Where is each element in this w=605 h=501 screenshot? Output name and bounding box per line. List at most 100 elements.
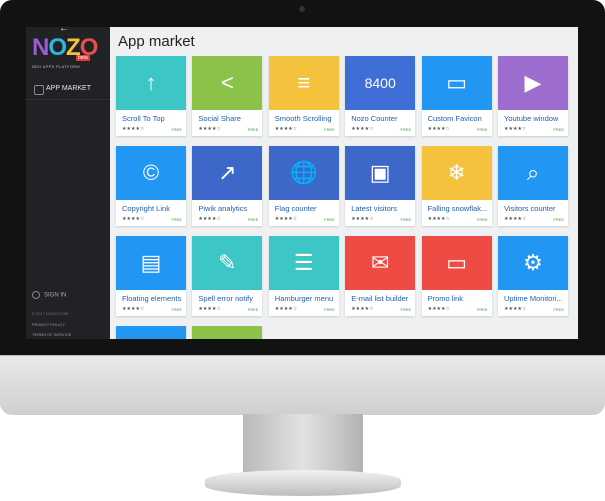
app-icon: < bbox=[220, 70, 234, 95]
price-badge: FREE bbox=[476, 307, 488, 312]
rating-stars: ★★★★☆ bbox=[122, 126, 145, 132]
app-card[interactable]: ↗ Piwik analytics ★★★★☆ FREE bbox=[192, 146, 263, 226]
app-icon: ▣ bbox=[369, 160, 391, 185]
user-icon bbox=[32, 291, 40, 299]
app-card[interactable] bbox=[192, 326, 263, 339]
sidebar: ← NOZO beta NEO APPS PLATFORM APP MARKET… bbox=[26, 27, 110, 339]
sign-in-link[interactable]: SIGN IN bbox=[32, 291, 66, 299]
rating-stars: ★★★★☆ bbox=[198, 306, 221, 312]
app-card[interactable]: ▶ Youtube window ★★★★☆ FREE bbox=[498, 56, 568, 136]
app-icon: ↗ bbox=[218, 160, 237, 185]
app-card[interactable]: < Social Share ★★★★☆ FREE bbox=[192, 56, 263, 136]
price-badge: FREE bbox=[324, 217, 335, 222]
app-name[interactable]: Promo link bbox=[428, 294, 488, 303]
rating-stars: ★★★★☆ bbox=[274, 216, 298, 222]
app-icon: ▭ bbox=[446, 250, 467, 275]
app-card[interactable]: ↑ Scroll To Top ★★★★☆ FREE bbox=[116, 56, 186, 136]
app-icon: 🌐 bbox=[290, 160, 318, 185]
screen: ← NOZO beta NEO APPS PLATFORM APP MARKET… bbox=[26, 27, 578, 339]
price-badge: FREE bbox=[400, 307, 412, 312]
app-card[interactable]: ⌕ Visitors counter ★★★★☆ FREE bbox=[498, 146, 568, 226]
app-card[interactable]: ▤ Floating elements ★★★★☆ FREE bbox=[116, 236, 186, 316]
app-icon: © bbox=[142, 160, 160, 185]
back-arrow-icon[interactable]: ← bbox=[59, 27, 69, 34]
price-badge: FREE bbox=[247, 217, 259, 222]
rating-stars: ★★★★☆ bbox=[351, 126, 374, 132]
app-name[interactable]: Social Share bbox=[198, 114, 258, 123]
app-name[interactable]: Falling snowflak... bbox=[428, 204, 488, 213]
rating-stars: ★★★★☆ bbox=[351, 216, 374, 222]
app-name[interactable]: Youtube window bbox=[504, 114, 564, 123]
app-icon bbox=[192, 326, 262, 339]
rating-stars: ★★★★☆ bbox=[427, 126, 451, 132]
app-card[interactable]: ☰ Hamburger menu ★★★★☆ FREE bbox=[268, 236, 339, 316]
app-name[interactable]: Scroll To Top bbox=[122, 114, 182, 123]
rating-stars: ★★★★☆ bbox=[351, 306, 374, 312]
rating-stars: ★★★★☆ bbox=[427, 306, 451, 312]
price-badge: FREE bbox=[553, 127, 564, 132]
app-icon: ▤ bbox=[140, 250, 162, 275]
app-card[interactable]: 8400 Nozo Counter ★★★★☆ FREE bbox=[345, 56, 416, 136]
app-card[interactable]: ≡ Smooth Scrolling ★★★★☆ FREE bbox=[268, 56, 339, 136]
app-card[interactable]: ▭ Promo link ★★★★☆ FREE bbox=[421, 236, 492, 316]
privacy-policy-link[interactable]: PRIVACY POLICY bbox=[32, 322, 65, 327]
app-icon: 8400 bbox=[364, 75, 396, 91]
sidebar-item-app-market[interactable]: APP MARKET bbox=[26, 81, 110, 99]
price-badge: FREE bbox=[400, 217, 412, 222]
app-name[interactable]: Visitors counter bbox=[504, 204, 564, 213]
app-icon: ↑ bbox=[145, 70, 157, 95]
app-icon: ⌕ bbox=[526, 160, 540, 185]
logo[interactable]: NOZO beta bbox=[32, 35, 98, 63]
app-name[interactable]: Copyright Link bbox=[122, 204, 182, 213]
sidebar-item-label: APP MARKET bbox=[46, 85, 91, 92]
monitor-chin bbox=[0, 355, 605, 415]
rating-stars: ★★★★☆ bbox=[198, 216, 221, 222]
app-name[interactable]: Nozo Counter bbox=[351, 114, 411, 123]
rating-stars: ★★★★☆ bbox=[504, 216, 527, 222]
app-card[interactable]: ✉ E-mail list builder ★★★★☆ FREE bbox=[345, 236, 416, 316]
app-name[interactable]: Smooth Scrolling bbox=[275, 114, 335, 123]
monitor-frame: ← NOZO beta NEO APPS PLATFORM APP MARKET… bbox=[0, 0, 605, 415]
app-name[interactable]: Piwik analytics bbox=[198, 204, 258, 213]
app-name[interactable]: Hamburger menu bbox=[275, 294, 335, 303]
app-icon: ☰ bbox=[293, 250, 314, 275]
app-card[interactable]: ❄ Falling snowflak... ★★★★☆ FREE bbox=[421, 146, 492, 226]
app-name[interactable]: Spell error notify bbox=[198, 294, 258, 303]
price-badge: FREE bbox=[324, 307, 335, 312]
app-name[interactable]: E-mail list builder bbox=[351, 294, 411, 303]
rating-stars: ★★★★☆ bbox=[274, 306, 298, 312]
rating-stars: ★★★★☆ bbox=[504, 306, 527, 312]
app-icon: ▭ bbox=[446, 70, 467, 95]
app-name[interactable]: Flag counter bbox=[275, 204, 335, 213]
app-icon: ≡ bbox=[297, 70, 311, 95]
app-icon: ⚙ bbox=[523, 250, 543, 275]
app-card[interactable]: 🌐 Flag counter ★★★★☆ FREE bbox=[268, 146, 339, 226]
app-card[interactable]: ⚙ Uptime Monitori... ★★★★☆ FREE bbox=[498, 236, 568, 316]
app-card[interactable]: ▣ Latest visitors ★★★★☆ FREE bbox=[345, 146, 416, 226]
app-icon: ✉ bbox=[370, 250, 390, 275]
price-badge: FREE bbox=[247, 307, 259, 312]
monitor-stand-neck bbox=[243, 414, 363, 476]
beta-badge: beta bbox=[76, 55, 90, 61]
app-card[interactable]: © Copyright Link ★★★★☆ FREE bbox=[116, 146, 186, 226]
price-badge: FREE bbox=[400, 127, 412, 132]
app-icon: ✎ bbox=[218, 250, 237, 275]
price-badge: FREE bbox=[171, 127, 182, 132]
app-name[interactable]: Latest visitors bbox=[351, 204, 411, 213]
rating-stars: ★★★★☆ bbox=[122, 216, 145, 222]
app-name[interactable]: Floating elements bbox=[122, 294, 182, 303]
rating-stars: ★★★★☆ bbox=[427, 216, 451, 222]
app-card[interactable]: ✎ Spell error notify ★★★★☆ FREE bbox=[192, 236, 263, 316]
app-name[interactable]: Uptime Monitori... bbox=[504, 294, 564, 303]
app-card[interactable] bbox=[116, 326, 186, 339]
app-card[interactable]: ▭ Custom Favicon ★★★★☆ FREE bbox=[421, 56, 492, 136]
app-name[interactable]: Custom Favicon bbox=[428, 114, 488, 123]
terms-link[interactable]: TERMS OF SERVICE bbox=[32, 332, 71, 337]
app-icon: ❄ bbox=[447, 160, 466, 185]
monitor-stand-base bbox=[205, 470, 401, 496]
price-badge: FREE bbox=[476, 217, 488, 222]
price-badge: FREE bbox=[553, 307, 564, 312]
sign-in-label: SIGN IN bbox=[44, 292, 67, 299]
page-title: App market bbox=[118, 33, 195, 50]
price-badge: FREE bbox=[476, 127, 488, 132]
